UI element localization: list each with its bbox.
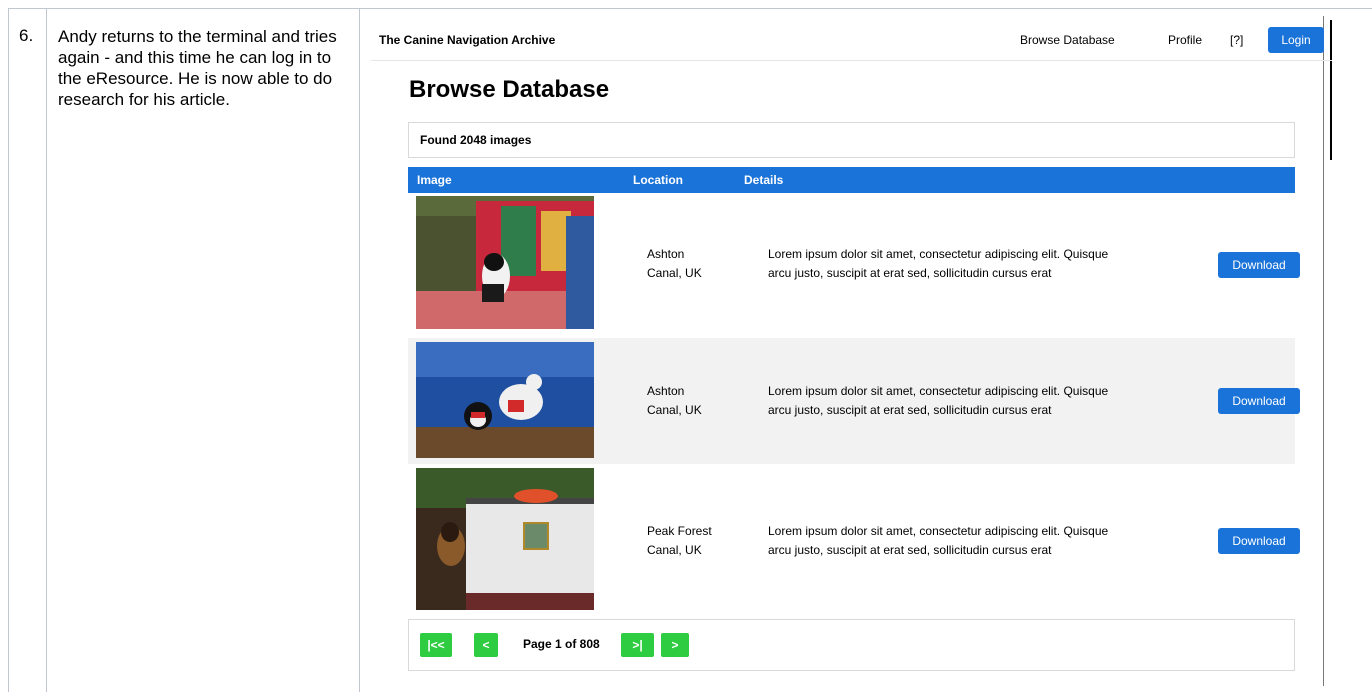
step-description: Andy returns to the terminal and tries a… bbox=[58, 27, 337, 109]
nav-browse-database[interactable]: Browse Database bbox=[1020, 33, 1115, 47]
row-image-dog-on-red-boat[interactable] bbox=[416, 196, 594, 329]
download-button[interactable]: Download bbox=[1218, 528, 1300, 554]
location-line: Canal, UK bbox=[647, 403, 702, 417]
login-button[interactable]: Login bbox=[1268, 27, 1324, 53]
results-summary: Found 2048 images bbox=[408, 122, 1295, 158]
row-details: Lorem ipsum dolor sit amet, consectetur … bbox=[768, 382, 1178, 420]
table-border-left bbox=[8, 8, 9, 692]
page-indicator: Page 1 of 808 bbox=[523, 637, 600, 651]
prev-page-button[interactable]: < bbox=[474, 633, 498, 657]
app-brand[interactable]: The Canine Navigation Archive bbox=[379, 33, 555, 47]
details-line: Lorem ipsum dolor sit amet, consectetur … bbox=[768, 524, 1109, 538]
table-divider-2 bbox=[359, 8, 360, 692]
table-row: Ashton Canal, UK Lorem ipsum dolor sit a… bbox=[408, 338, 1300, 464]
row-details: Lorem ipsum dolor sit amet, consectetur … bbox=[768, 245, 1178, 283]
row-image-dogs-on-blue-boat[interactable] bbox=[416, 342, 594, 458]
row-location: Ashton Canal, UK bbox=[647, 382, 727, 420]
details-line: Lorem ipsum dolor sit amet, consectetur … bbox=[768, 384, 1109, 398]
row-location: Ashton Canal, UK bbox=[647, 245, 727, 283]
nav-help[interactable]: [?] bbox=[1230, 33, 1243, 47]
details-line: arcu justo, suscipit at erat sed, sollic… bbox=[768, 543, 1052, 557]
row-details: Lorem ipsum dolor sit amet, consectetur … bbox=[768, 522, 1178, 560]
next-page-button[interactable]: > bbox=[661, 633, 689, 657]
table-header: Image Location Details bbox=[408, 167, 1295, 193]
column-header-details: Details bbox=[744, 173, 784, 187]
details-line: arcu justo, suscipit at erat sed, sollic… bbox=[768, 403, 1052, 417]
last-page-button[interactable]: >| bbox=[621, 633, 654, 657]
first-page-button[interactable]: |<< bbox=[420, 633, 452, 657]
table-row: Ashton Canal, UK Lorem ipsum dolor sit a… bbox=[408, 193, 1300, 335]
table-row: Peak Forest Canal, UK Lorem ipsum dolor … bbox=[408, 466, 1300, 614]
row-image-dog-on-white-boat[interactable] bbox=[416, 468, 594, 610]
table-border-top bbox=[8, 8, 1372, 9]
results-count: Found 2048 images bbox=[420, 133, 532, 147]
location-line: Canal, UK bbox=[647, 543, 702, 557]
app-window: The Canine Navigation Archive Browse Dat… bbox=[371, 24, 1332, 692]
row-location: Peak Forest Canal, UK bbox=[647, 522, 727, 560]
column-header-location: Location bbox=[633, 173, 683, 187]
table-divider-1 bbox=[46, 8, 47, 692]
details-line: Lorem ipsum dolor sit amet, consectetur … bbox=[768, 247, 1109, 261]
app-header: The Canine Navigation Archive Browse Dat… bbox=[371, 24, 1332, 61]
details-line: arcu justo, suscipit at erat sed, sollic… bbox=[768, 266, 1052, 280]
nav-profile[interactable]: Profile bbox=[1168, 33, 1202, 47]
step-number: 6. bbox=[19, 26, 34, 45]
location-line: Ashton bbox=[647, 384, 685, 398]
page-title: Browse Database bbox=[409, 76, 610, 103]
location-line: Ashton bbox=[647, 247, 685, 261]
location-line: Canal, UK bbox=[647, 266, 702, 280]
location-line: Peak Forest bbox=[647, 524, 712, 538]
download-button[interactable]: Download bbox=[1218, 388, 1300, 414]
pagination: |<< < Page 1 of 808 >| > bbox=[408, 619, 1295, 671]
column-header-image: Image bbox=[417, 173, 452, 187]
download-button[interactable]: Download bbox=[1218, 252, 1300, 278]
